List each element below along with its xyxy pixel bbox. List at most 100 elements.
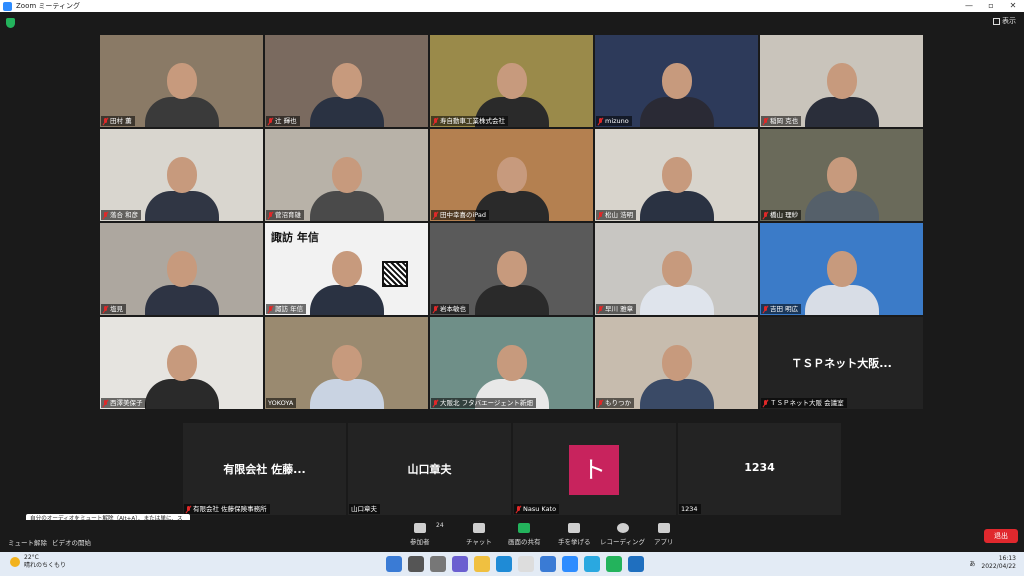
video-tile[interactable]: 早川 雅章	[595, 223, 758, 315]
participant-name-tag: 岩本敏也	[431, 304, 469, 314]
participant-body	[804, 285, 879, 315]
participants-button[interactable]: 24 参加者	[410, 522, 444, 546]
search-icon[interactable]	[408, 556, 424, 572]
video-tile[interactable]: 寿自動車工業株式会社	[430, 35, 593, 127]
video-tile[interactable]: もりつか	[595, 317, 758, 409]
video-tile[interactable]: YOKOYA	[265, 317, 428, 409]
video-tile[interactable]: 1234 1234	[678, 423, 841, 515]
participant-video	[144, 245, 219, 315]
security-shield-icon[interactable]	[6, 18, 15, 28]
video-tile[interactable]: 橋山 理紗	[760, 129, 923, 221]
participant-body	[144, 97, 219, 127]
participant-video	[309, 339, 384, 409]
mic-muted-icon	[433, 117, 438, 125]
video-tile[interactable]: 大阪北 フタバエージェント新畑	[430, 317, 593, 409]
teams-icon[interactable]	[452, 556, 468, 572]
mic-muted-icon	[516, 505, 521, 513]
record-button[interactable]: レコーディング	[600, 523, 645, 546]
video-tile[interactable]: ト Nasu Kato	[513, 423, 676, 515]
participant-name-tag: 寿自動車工業株式会社	[431, 116, 508, 126]
video-tile[interactable]: 菅沼育雄	[265, 129, 428, 221]
chat-button[interactable]: チャット	[466, 523, 492, 546]
apps-button[interactable]: アプリ	[654, 523, 674, 546]
start-video-label: ビデオの開始	[52, 539, 91, 547]
participant-name-tag: 松山 浩明	[596, 210, 637, 220]
video-tile[interactable]: 山口章夫 山口章夫	[348, 423, 511, 515]
participant-head	[166, 345, 197, 381]
participant-name-tag: 早川 雅章	[596, 304, 637, 314]
mic-muted-icon	[763, 211, 768, 219]
raise-hand-button[interactable]: 手を挙げる	[558, 523, 591, 546]
line-icon[interactable]	[606, 556, 622, 572]
zoom-taskbar-icon[interactable]	[562, 556, 578, 572]
store-icon[interactable]	[540, 556, 556, 572]
video-tile[interactable]: 松山 浩明	[595, 129, 758, 221]
unmute-button[interactable]: ミュート解除	[8, 537, 47, 547]
raise-hand-label: 手を挙げる	[558, 538, 591, 546]
video-tile[interactable]: 塩見	[100, 223, 263, 315]
video-tile[interactable]: 稲岡 克也	[760, 35, 923, 127]
participant-name-tag: 西澤美保子	[101, 398, 146, 408]
video-tile[interactable]: 田村 薫	[100, 35, 263, 127]
participant-name-tag: 吉田 明広	[761, 304, 802, 314]
participant-name: 西澤美保子	[110, 399, 143, 407]
video-tile[interactable]: 落合 和彦	[100, 129, 263, 221]
participant-body	[309, 285, 384, 315]
weather-widget[interactable]: 22°C 晴れのちくもり	[10, 554, 66, 570]
raise-hand-icon	[568, 523, 581, 533]
participant-name: YOKOYA	[268, 399, 294, 407]
share-screen-icon	[518, 523, 531, 533]
video-tile[interactable]: 岩本敏也	[430, 223, 593, 315]
participant-body	[144, 285, 219, 315]
app-icon[interactable]	[584, 556, 600, 572]
explorer-icon[interactable]	[474, 556, 490, 572]
share-screen-button[interactable]: 画面の共有	[508, 523, 541, 546]
edge-icon[interactable]	[496, 556, 512, 572]
participant-name-tag: 山口章夫	[349, 504, 380, 514]
mic-muted-icon	[598, 211, 603, 219]
participant-body	[309, 191, 384, 221]
maximize-button[interactable]: ▫	[980, 0, 1002, 12]
participant-head	[331, 63, 362, 99]
video-tile[interactable]: 西澤美保子	[100, 317, 263, 409]
participant-head	[826, 251, 857, 287]
mic-muted-icon	[103, 211, 108, 219]
participant-head	[826, 63, 857, 99]
participant-name: 落合 和彦	[110, 211, 139, 219]
video-tile[interactable]: 有限会社 佐藤... 有限会社 佐藤保険事務所	[183, 423, 346, 515]
video-tile[interactable]: ＴＳＰネット大阪... ＴＳＰネット大阪 会議室	[760, 317, 923, 409]
participant-name-tag: 落合 和彦	[101, 210, 142, 220]
participant-name-tag: mizuno	[596, 116, 632, 126]
minimize-button[interactable]: —	[958, 0, 980, 12]
leave-button[interactable]: 退出	[984, 529, 1018, 543]
mic-muted-icon	[268, 211, 273, 219]
mail-icon[interactable]	[628, 556, 644, 572]
task-view-icon[interactable]	[430, 556, 446, 572]
participant-name: mizuno	[605, 117, 629, 125]
participant-video	[804, 57, 879, 127]
start-video-button[interactable]: ビデオの開始	[52, 537, 91, 547]
ime-indicator[interactable]: あ	[969, 559, 975, 568]
weather-text: 晴れのちくもり	[24, 562, 67, 569]
participant-name-tag: 有限会社 佐藤保険事務所	[184, 504, 270, 514]
share-screen-label: 画面の共有	[508, 538, 541, 546]
participants-label: 参加者	[410, 538, 430, 546]
participant-video	[309, 245, 384, 315]
participant-display-name: 1234	[744, 461, 775, 474]
view-button[interactable]: 表示	[993, 16, 1016, 26]
chrome-icon[interactable]	[518, 556, 534, 572]
video-tile[interactable]: 田中幸喜のiPad	[430, 129, 593, 221]
video-tile[interactable]: 諏訪 年信 諏訪 年信	[265, 223, 428, 315]
video-tile[interactable]: 吉田 明広	[760, 223, 923, 315]
title-bar: Zoom ミーティング — ▫ ✕	[0, 0, 1024, 12]
start-icon[interactable]	[386, 556, 402, 572]
clock[interactable]: 16:13 2022/04/22	[981, 555, 1016, 571]
close-button[interactable]: ✕	[1002, 0, 1024, 12]
participant-head	[496, 345, 527, 381]
meeting-area: 表示 田村 薫 辻 輝也 寿自動車工業株式会社 mizuno 稲岡 克也落合 和彦 菅沼育…	[0, 12, 1024, 520]
video-tile[interactable]: mizuno	[595, 35, 758, 127]
participant-name-tag: 塩見	[101, 304, 126, 314]
video-tile[interactable]: 辻 輝也	[265, 35, 428, 127]
participant-head	[496, 63, 527, 99]
participant-head	[826, 157, 857, 193]
